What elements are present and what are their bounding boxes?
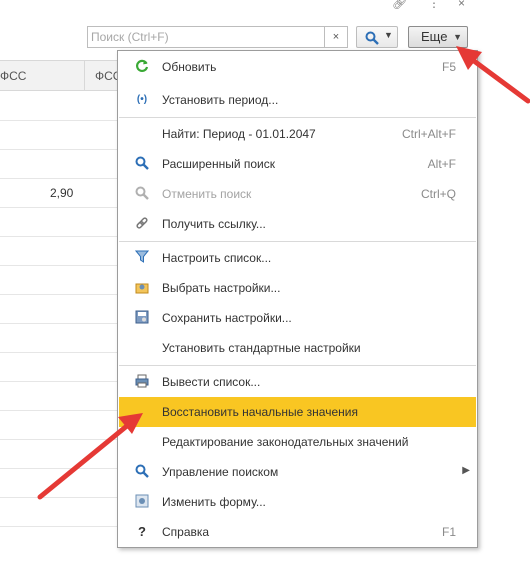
table-row[interactable] [0,149,118,150]
menu-item-label: Сохранить настройки... [162,311,292,325]
menu-item-label: Установить стандартные настройки [162,341,361,355]
table-row[interactable] [0,294,118,295]
help-icon: ? [138,524,146,539]
table-row[interactable] [0,236,118,237]
change-form-icon [134,494,150,510]
menu-item-label: Отменить поиск [162,187,252,201]
menu-item-label: Выбрать настройки... [162,281,281,295]
menu-item-choose-settings[interactable]: Выбрать настройки... [119,273,476,303]
menu-item-restore-defaults[interactable]: Восстановить начальные значения [119,397,476,427]
menu-item-get-link[interactable]: Получить ссылку... [119,209,476,239]
search-dropdown-button[interactable]: ▼ [356,26,398,48]
table-row[interactable] [0,439,118,440]
menu-item-label: Вывести список... [162,375,261,389]
column-divider [84,61,85,91]
menu-item-label: Редактирование законодательных значений [162,435,409,449]
table-row[interactable] [0,410,118,411]
period-icon: (•) [136,94,148,105]
more-actions-menu: Обновить F5 (•) Установить период... Най… [117,50,478,548]
menu-item-label: Расширенный поиск [162,157,275,171]
menu-item-shortcut: Ctrl+Q [420,187,456,201]
menu-item-cancel-search[interactable]: Отменить поиск Ctrl+Q [119,179,476,209]
print-list-icon [134,374,150,390]
menu-item-shortcut: F1 [441,525,456,539]
menu-item-output-list[interactable]: Вывести список... [119,367,476,397]
menu-item-change-form[interactable]: Изменить форму... [119,487,476,517]
more-vertical-icon[interactable]: ⋮ [428,0,440,10]
menu-item-standard-settings[interactable]: Установить стандартные настройки [119,333,476,363]
menu-item-label: Найти: Период - 01.01.2047 [162,127,316,141]
menu-item-edit-legislative-values[interactable]: Редактирование законодательных значений [119,427,476,457]
menu-item-set-period[interactable]: (•) Установить период... [119,85,476,115]
menu-item-label: Изменить форму... [162,495,266,509]
link-icon [134,216,150,232]
table-row[interactable] [0,468,118,469]
menu-item-label: Обновить [162,60,217,74]
menu-item-label: Получить ссылку... [162,217,266,231]
search-input[interactable] [88,27,327,47]
clear-search-button[interactable]: × [324,27,347,47]
menu-item-save-settings[interactable]: Сохранить настройки... [119,303,476,333]
menu-separator [119,241,476,242]
menu-item-refresh[interactable]: Обновить F5 [119,52,476,82]
search-icon [365,31,379,45]
chevron-down-icon: ▼ [384,30,393,40]
menu-item-label: Восстановить начальные значения [162,405,358,419]
table-row[interactable] [0,265,118,266]
table-row[interactable] [0,178,118,179]
submenu-arrow-icon: ▶ [462,465,470,476]
table-row[interactable] [0,352,118,353]
menu-separator [119,117,476,118]
search-icon [134,464,150,480]
save-settings-icon [134,310,150,326]
cancel-search-icon [134,186,150,202]
menu-item-find[interactable]: Найти: Период - 01.01.2047 Ctrl+Alt+F [119,119,476,149]
table-row[interactable] [0,526,118,527]
menu-item-configure-list[interactable]: Настроить список... [119,243,476,273]
search-icon [134,156,150,172]
close-icon[interactable]: × [458,0,465,10]
menu-item-shortcut: Ctrl+Alt+F [401,127,456,141]
menu-item-label: Управление поиском [162,465,279,479]
menu-item-advanced-search[interactable]: Расширенный поиск Alt+F [119,149,476,179]
menu-item-label: Установить период... [162,93,279,107]
more-button-label: Еще [421,29,448,44]
menu-item-label: Справка [162,525,210,539]
table-row[interactable] [0,381,118,382]
menu-item-label: Настроить список... [162,251,272,265]
more-button[interactable]: Еще ▼ [408,26,468,48]
table-cell-value: 2,90 [50,186,74,200]
menu-item-shortcut: Alt+F [427,157,456,171]
table-row[interactable] [0,497,118,498]
open-settings-icon [134,280,150,296]
table-row[interactable] [0,207,118,208]
link-icon[interactable]: 🔗︎ [392,0,407,10]
menu-separator [119,365,476,366]
chevron-down-icon: ▼ [453,32,462,42]
table-row[interactable] [0,120,118,121]
table-row[interactable] [0,323,118,324]
refresh-icon [134,59,150,75]
settings-list-icon [134,250,150,266]
menu-item-help[interactable]: ? Справка F1 [119,517,476,547]
search-field: × [87,26,348,48]
column-header[interactable]: ФСС [0,69,26,83]
menu-item-shortcut: F5 [441,60,456,74]
menu-item-search-management[interactable]: Управление поиском ▶ [119,457,476,487]
